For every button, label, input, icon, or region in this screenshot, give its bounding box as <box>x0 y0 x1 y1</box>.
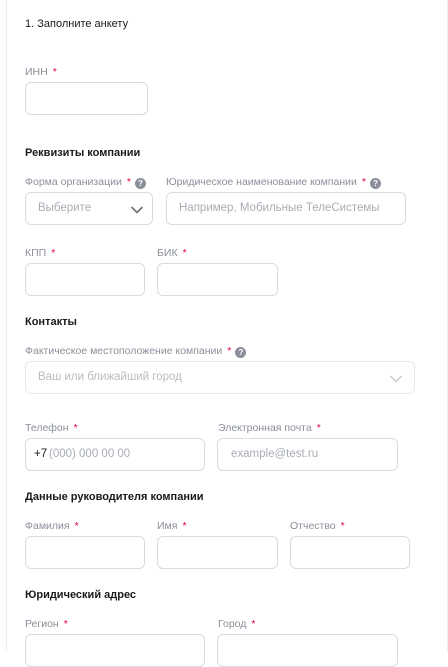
city-input[interactable] <box>217 634 398 667</box>
patronymic-input[interactable] <box>290 536 410 569</box>
legal-name-input[interactable]: Например, Мобильные ТелеСистемы <box>166 192 406 225</box>
first-name-label-text: Имя <box>157 520 178 532</box>
required-mark: * <box>126 176 131 188</box>
phone-placeholder: (000) 000 00 00 <box>49 448 131 460</box>
inn-label-text: ИНН <box>25 66 48 78</box>
patronymic-label: Отчество * <box>290 520 345 532</box>
last-name-label-text: Фамилия <box>25 520 70 532</box>
org-form-select[interactable]: Выберите <box>25 192 153 225</box>
required-mark: * <box>73 422 78 434</box>
email-label: Электронная почта * <box>218 422 321 434</box>
required-mark: * <box>251 618 256 630</box>
org-form-label: Форма организации *? <box>25 176 146 189</box>
required-mark: * <box>51 247 56 259</box>
required-mark: * <box>182 247 187 259</box>
question-circle-icon[interactable]: ? <box>235 347 247 358</box>
location-label-text: Фактическое местоположение компании <box>25 345 223 357</box>
section-title-legal-address: Юридический адрес <box>25 589 137 601</box>
phone-label: Телефон * <box>25 422 78 434</box>
first-name-input[interactable] <box>157 536 278 569</box>
first-name-label: Имя * <box>157 520 187 532</box>
email-placeholder: example@test.ru <box>231 448 319 460</box>
bik-input[interactable] <box>157 263 278 296</box>
city-label-text: Город <box>218 618 247 630</box>
section-title-company-details: Реквизиты компании <box>25 147 141 159</box>
legal-name-placeholder: Например, Мобильные ТелеСистемы <box>179 202 380 214</box>
question-circle-icon[interactable]: ? <box>370 178 382 189</box>
step-title: 1. Заполните анкету <box>25 18 129 30</box>
location-label: Фактическое местоположение компании *? <box>25 345 247 358</box>
kpp-label: КПП * <box>25 247 55 259</box>
email-input[interactable]: example@test.ru <box>217 438 398 471</box>
chevron-down-icon <box>390 375 402 383</box>
location-select[interactable]: Ваш или ближайший город <box>25 361 415 394</box>
region-label: Регион * <box>25 618 68 630</box>
region-input[interactable] <box>25 634 205 667</box>
inn-label: ИНН * <box>25 66 57 78</box>
required-mark: * <box>227 345 232 357</box>
last-name-label: Фамилия * <box>25 520 79 532</box>
phone-input[interactable]: +7 (000) 000 00 00 <box>25 438 205 471</box>
org-form-placeholder: Выберите <box>38 202 92 214</box>
required-mark: * <box>361 176 367 188</box>
kpp-input[interactable] <box>25 263 145 296</box>
last-name-input[interactable] <box>25 536 145 569</box>
required-mark: * <box>63 618 68 630</box>
bik-label: БИК * <box>157 247 187 259</box>
required-mark: * <box>182 520 187 532</box>
chevron-down-icon <box>131 206 143 214</box>
patronymic-label-text: Отчество <box>290 520 336 532</box>
bik-label-text: БИК <box>157 247 178 259</box>
org-form-label-text: Форма организации <box>25 176 122 188</box>
email-label-text: Электронная почта <box>218 422 312 434</box>
phone-prefix: +7 <box>34 448 48 460</box>
required-mark: * <box>74 520 79 532</box>
section-title-director: Данные руководителя компании <box>25 491 204 503</box>
legal-name-label: Юридическое наименование компании *? <box>166 176 382 189</box>
required-mark: * <box>52 66 57 78</box>
location-placeholder: Ваш или ближайший город <box>38 371 182 383</box>
required-mark: * <box>340 520 345 532</box>
inn-input[interactable] <box>25 82 148 115</box>
kpp-label-text: КПП <box>25 247 47 259</box>
legal-name-label-text: Юридическое наименование компании <box>166 176 357 188</box>
question-circle-icon[interactable]: ? <box>134 178 146 189</box>
phone-label-text: Телефон <box>25 422 69 434</box>
city-label: Город * <box>218 618 256 630</box>
region-label-text: Регион <box>25 618 59 630</box>
section-title-contacts: Контакты <box>25 316 77 328</box>
page-left-border <box>6 0 7 652</box>
required-mark: * <box>316 422 321 434</box>
